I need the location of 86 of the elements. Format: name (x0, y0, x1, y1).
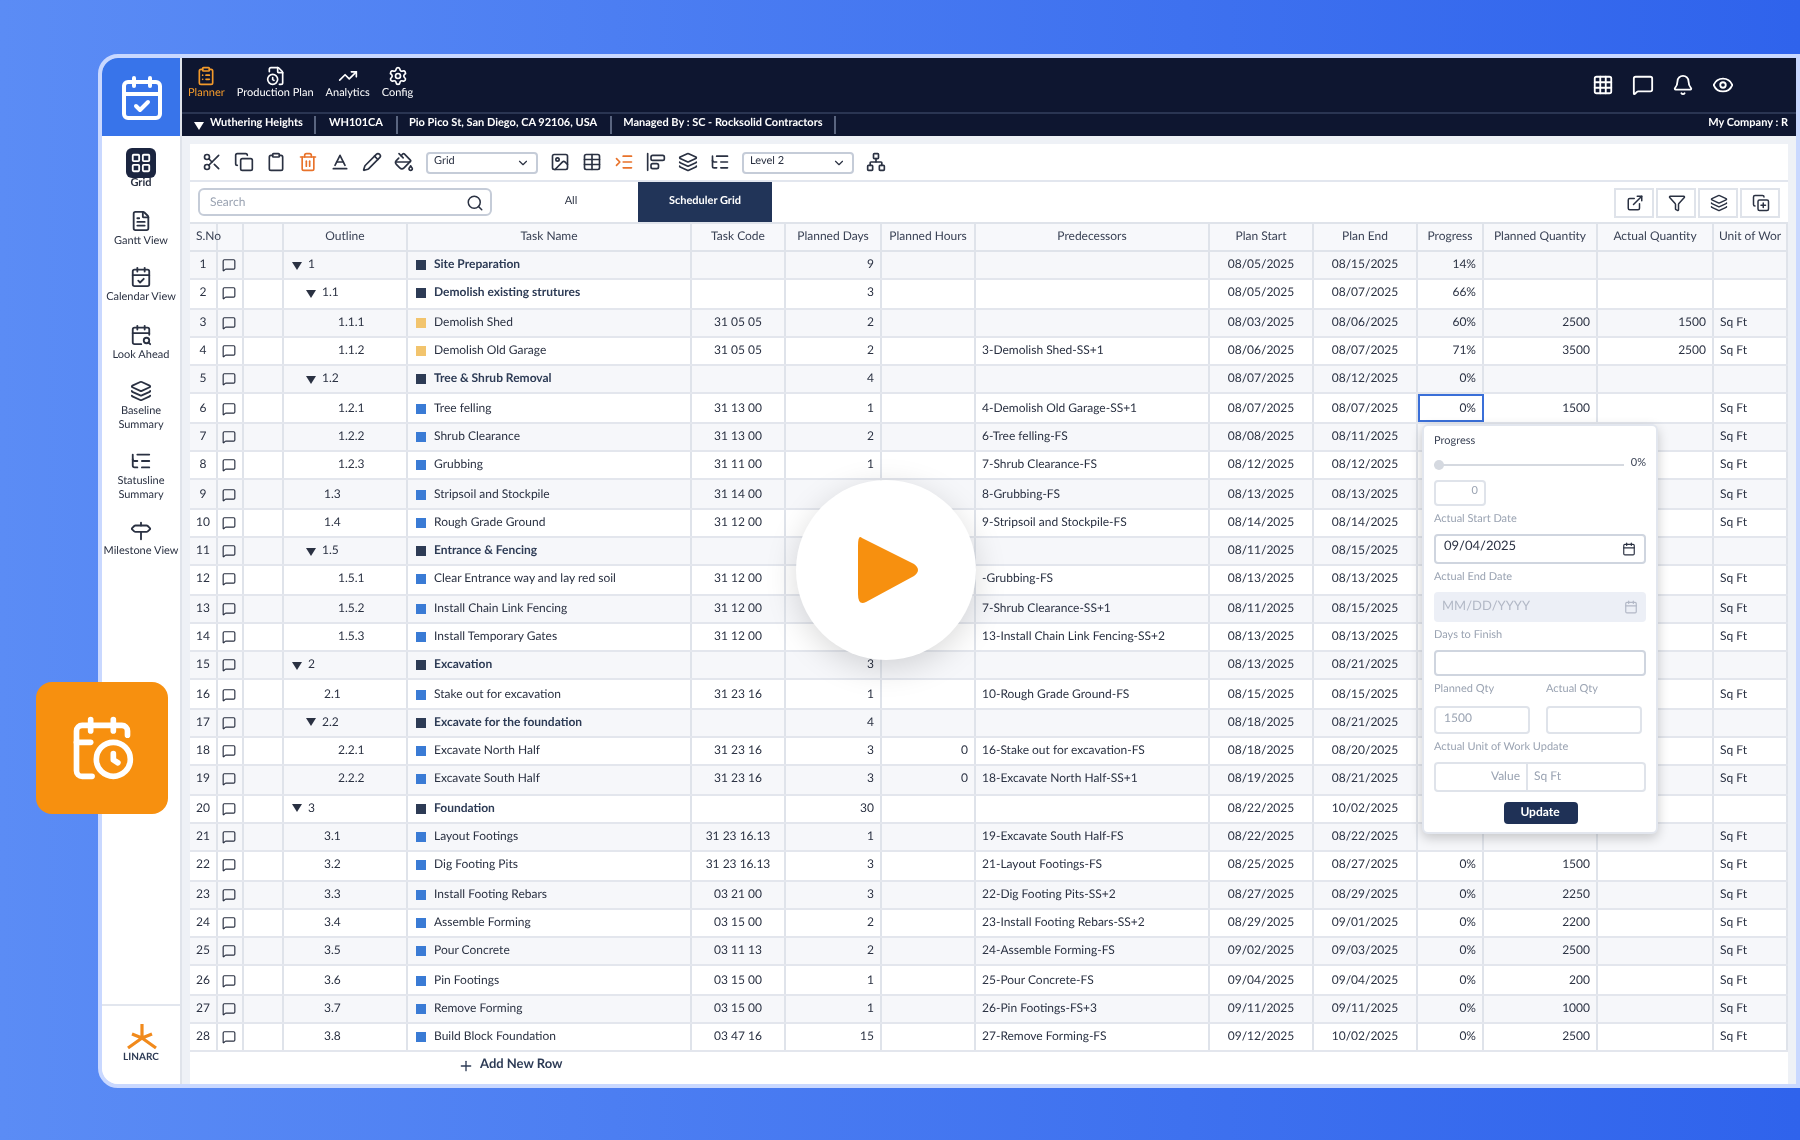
comment-icon[interactable] (222, 601, 236, 616)
indent-icon[interactable] (614, 152, 634, 172)
plus-icon (458, 1058, 474, 1075)
actual-qty-field[interactable] (1546, 705, 1642, 733)
layers-icon (130, 380, 152, 402)
copy-button[interactable] (1740, 187, 1780, 217)
table-icon[interactable] (582, 152, 602, 172)
caret-icon (516, 155, 530, 169)
layers-button[interactable] (1698, 187, 1738, 217)
expand-caret-icon[interactable] (306, 375, 316, 384)
expand-caret-icon[interactable] (292, 661, 302, 670)
filter-button[interactable] (1656, 187, 1696, 217)
calendar-icon (1624, 600, 1638, 614)
comment-icon[interactable] (222, 258, 236, 273)
comment-icon[interactable] (222, 1030, 236, 1045)
caret-icon (832, 155, 846, 169)
comment-icon[interactable] (222, 458, 236, 473)
pencil-icon[interactable] (362, 152, 382, 172)
layers-icon (1709, 193, 1727, 211)
expand-caret-icon[interactable] (292, 261, 302, 270)
align-icon[interactable] (646, 152, 666, 172)
calendar-icon (1622, 541, 1636, 556)
nav-icon (265, 66, 286, 87)
search-icon (466, 193, 484, 211)
comment-icon[interactable] (222, 658, 236, 673)
comment-icon[interactable] (222, 772, 236, 787)
calendar-search-icon (130, 323, 152, 345)
comment-icon[interactable] (222, 515, 236, 530)
chat-icon[interactable] (1632, 74, 1654, 96)
comment-icon[interactable] (222, 1001, 236, 1016)
comment-icon[interactable] (222, 487, 236, 502)
text-color-icon[interactable] (330, 152, 350, 172)
comment-icon[interactable] (222, 429, 236, 444)
comment-icon[interactable] (222, 630, 236, 644)
comment-icon[interactable] (222, 572, 236, 587)
hierarchy-icon[interactable] (866, 152, 886, 172)
calendar-check-icon (117, 73, 165, 121)
linarc-logo-icon (125, 1023, 157, 1052)
comment-icon[interactable] (222, 715, 236, 730)
comment-icon[interactable] (222, 401, 236, 416)
days-field[interactable] (1434, 650, 1646, 677)
image-icon[interactable] (550, 152, 570, 172)
copy-icon[interactable] (234, 152, 254, 172)
expand-caret-icon[interactable] (306, 718, 316, 727)
progress-slider[interactable] (1434, 459, 1625, 470)
expand-caret-icon[interactable] (292, 804, 302, 813)
expand-caret-icon[interactable] (306, 547, 316, 556)
comment-icon[interactable] (222, 915, 236, 930)
export-button[interactable] (1614, 187, 1654, 217)
fill-icon[interactable] (394, 152, 414, 172)
eye-icon[interactable] (1712, 74, 1734, 96)
comment-icon[interactable] (222, 315, 236, 330)
comment-icon[interactable] (222, 744, 236, 759)
delete-icon[interactable] (298, 152, 318, 172)
notification-icon[interactable] (1672, 74, 1694, 96)
export-icon (1625, 193, 1643, 211)
filter-icon (1667, 193, 1685, 211)
nav-icon (337, 66, 358, 87)
scissors-icon[interactable] (202, 152, 222, 172)
nav-icon (196, 66, 217, 87)
layers-icon[interactable] (678, 152, 698, 172)
nav-icon (387, 66, 408, 87)
copy-icon (1751, 193, 1769, 211)
apps-grid-icon[interactable] (1592, 74, 1614, 96)
calendar-clock-icon (68, 714, 136, 782)
signpost-icon (130, 520, 152, 542)
comment-icon[interactable] (222, 858, 236, 873)
document-icon (130, 209, 152, 231)
comment-icon[interactable] (222, 887, 236, 902)
comment-icon[interactable] (222, 973, 236, 988)
comment-icon[interactable] (222, 372, 236, 387)
slider-thumb[interactable] (1434, 459, 1444, 470)
comment-icon[interactable] (222, 801, 236, 816)
clipboard-icon[interactable] (266, 152, 286, 172)
comment-icon[interactable] (222, 286, 236, 301)
comment-icon[interactable] (222, 544, 236, 559)
list-tree-icon (130, 450, 152, 472)
tree-icon[interactable] (710, 152, 730, 172)
dropdown-caret-icon[interactable] (194, 121, 204, 129)
comment-icon[interactable] (222, 944, 236, 959)
comment-icon[interactable] (222, 830, 236, 845)
calendar-check-icon (130, 266, 152, 288)
comment-icon[interactable] (222, 687, 236, 702)
comment-icon[interactable] (222, 344, 236, 359)
expand-caret-icon[interactable] (306, 289, 316, 298)
grid-icon (130, 152, 152, 174)
